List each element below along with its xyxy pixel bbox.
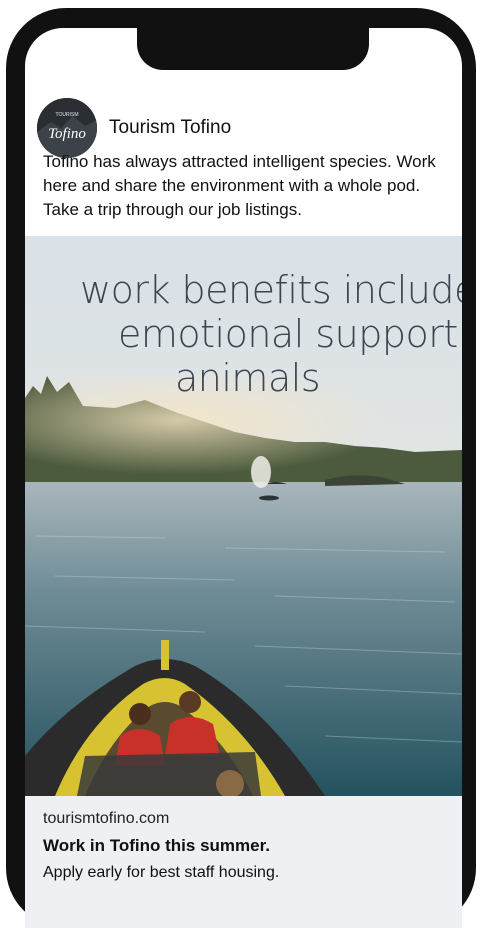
- phone-notch: [137, 26, 369, 70]
- overlay-line: animals: [175, 356, 321, 400]
- phone-screen: TOURISM Tofino Tourism Tofino Tofino has…: [25, 28, 462, 928]
- link-domain: tourismtofino.com: [43, 810, 170, 827]
- overlay-line: emotional support: [118, 312, 458, 356]
- avatar[interactable]: TOURISM Tofino: [37, 98, 97, 158]
- post-caption: Tofino has always attracted intelligent …: [43, 152, 436, 219]
- link-preview[interactable]: tourismtofino.com Work in Tofino this su…: [25, 796, 462, 928]
- avatar-small-text: TOURISM: [56, 112, 79, 118]
- whale-spout: [251, 456, 271, 488]
- link-headline[interactable]: Work in Tofino this summer.: [43, 836, 270, 856]
- whale: [259, 495, 279, 501]
- ad-image[interactable]: work benefits include: emotional support…: [25, 236, 462, 796]
- avatar-logo-text: Tofino: [48, 126, 86, 142]
- link-description: Apply early for best staff housing.: [43, 864, 280, 881]
- overlay-line: work benefits include:: [80, 268, 462, 312]
- post-header: TOURISM Tofino Tourism Tofino: [37, 98, 231, 158]
- account-name[interactable]: Tourism Tofino: [109, 117, 231, 139]
